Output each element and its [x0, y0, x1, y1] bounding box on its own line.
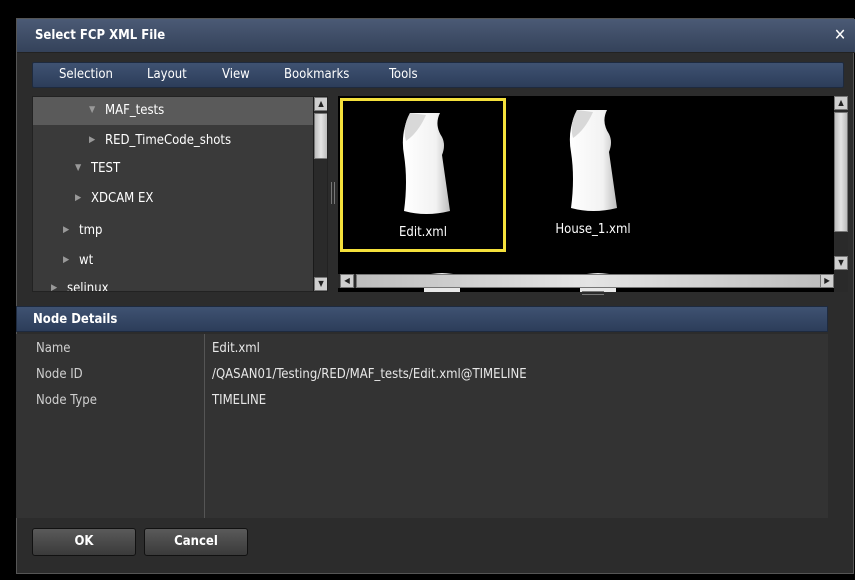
menu-layout[interactable]: Layout [147, 67, 187, 82]
tree-vertical-scrollbar[interactable]: ▲ ▼ [313, 97, 327, 291]
detail-value-name: Edit.xml [212, 341, 260, 356]
scroll-up-icon[interactable]: ▲ [314, 97, 327, 111]
menu-tools[interactable]: Tools [389, 67, 418, 82]
dialog-title: Select FCP XML File [35, 28, 166, 43]
tree-item-red-timecode[interactable]: ▶ RED_TimeCode_shots [33, 127, 313, 155]
scroll-thumb[interactable] [356, 274, 822, 288]
file-name: House_1.xml [555, 222, 631, 237]
vertical-splitter[interactable] [329, 96, 337, 292]
expanded-arrow-icon[interactable]: ▼ [89, 105, 95, 115]
document-icon [569, 110, 617, 211]
tree-item-tmp[interactable]: ▶ tmp [33, 217, 313, 245]
tree-item-xdcam-ex[interactable]: ▶ XDCAM EX [33, 185, 313, 213]
collapsed-arrow-icon[interactable]: ▶ [51, 283, 57, 291]
file-item-edit[interactable]: Edit.xml [340, 98, 506, 252]
tree-item-selinux[interactable]: ▶ selinux [33, 275, 313, 291]
scroll-thumb[interactable] [834, 112, 848, 232]
collapsed-arrow-icon[interactable]: ▶ [75, 193, 81, 203]
horizontal-splitter[interactable] [338, 290, 848, 296]
scroll-down-icon[interactable]: ▼ [834, 256, 848, 270]
scroll-up-icon[interactable]: ▲ [834, 96, 848, 110]
tree-item-wt[interactable]: ▶ wt [33, 247, 313, 275]
detail-value-node-id: /QASAN01/Testing/RED/MAF_tests/Edit.xml@… [212, 367, 527, 382]
grid-horizontal-scrollbar[interactable]: ◀ ▶ [338, 274, 834, 288]
file-grid: Edit.xml House_1.xml [338, 96, 834, 292]
node-details-table: Name Edit.xml Node ID /QASAN01/Testing/R… [16, 334, 828, 518]
close-icon[interactable]: ✕ [831, 25, 849, 44]
splitter-grip[interactable] [331, 182, 335, 204]
detail-key-node-id: Node ID [36, 367, 83, 382]
file-name: Edit.xml [399, 225, 447, 240]
expanded-arrow-icon[interactable]: ▼ [75, 163, 81, 173]
menu-bar: Selection Layout View Bookmarks Tools [32, 62, 844, 88]
menu-bookmarks[interactable]: Bookmarks [284, 67, 349, 82]
folder-tree: ▼ MAF_tests ▶ RED_TimeCode_shots ▼ TEST … [32, 96, 328, 292]
collapsed-arrow-icon[interactable]: ▶ [89, 135, 95, 145]
file-item-house[interactable]: House_1.xml [510, 98, 676, 252]
dialog-titlebar: Select FCP XML File ✕ [17, 19, 855, 53]
collapsed-arrow-icon[interactable]: ▶ [63, 225, 69, 235]
node-details-title: Node Details [33, 312, 118, 327]
detail-key-name: Name [36, 341, 71, 356]
detail-value-node-type: TIMELINE [212, 393, 267, 408]
node-details-header: Node Details [16, 306, 828, 332]
document-icon [402, 113, 450, 214]
scroll-right-icon[interactable]: ▶ [820, 274, 834, 288]
cancel-button[interactable]: Cancel [144, 528, 248, 556]
menu-selection[interactable]: Selection [59, 67, 113, 82]
splitter-grip[interactable] [582, 291, 604, 295]
scroll-left-icon[interactable]: ◀ [340, 274, 354, 288]
ok-button[interactable]: OK [32, 528, 136, 556]
tree-item-test[interactable]: ▼ TEST [33, 155, 313, 183]
scroll-down-icon[interactable]: ▼ [314, 277, 327, 291]
scroll-thumb[interactable] [314, 113, 327, 159]
detail-key-node-type: Node Type [36, 393, 97, 408]
tree-item-maf-tests[interactable]: ▼ MAF_tests [33, 97, 313, 125]
collapsed-arrow-icon[interactable]: ▶ [63, 255, 69, 265]
column-divider [204, 334, 205, 518]
grid-vertical-scrollbar[interactable]: ▲ ▼ [834, 96, 848, 292]
menu-view[interactable]: View [222, 67, 250, 82]
